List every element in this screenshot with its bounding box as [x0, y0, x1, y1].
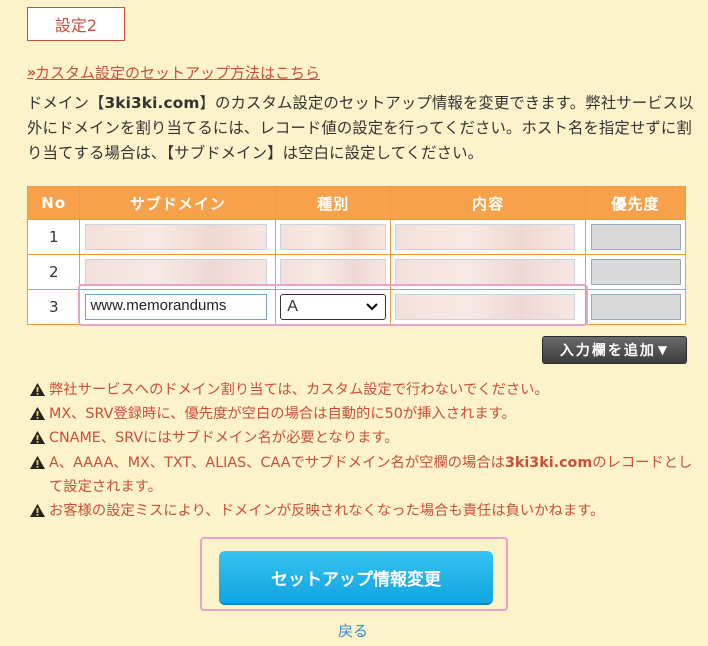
back-link[interactable]: 戻る — [338, 620, 368, 641]
chevron-down-icon — [366, 303, 379, 311]
dns-record-table: No サブドメイン 種別 内容 優先度 1 2 3 www.memorandum… — [26, 186, 686, 325]
warning-note: お客様の設定ミスにより、ドメインが反映されなくなった場合も責任は負いかねます。 — [29, 499, 699, 523]
subdomain-input[interactable] — [85, 259, 268, 285]
warning-note: 弊社サービスへのドメイン割り当ては、カスタム設定で行わないでください。 — [29, 378, 699, 402]
type-select[interactable] — [280, 259, 387, 285]
warning-notes: 弊社サービスへのドメイン割り当ては、カスタム設定で行わないでください。 MX、S… — [29, 378, 699, 523]
domain-name: 3ki3ki.com — [104, 94, 200, 112]
warning-icon — [30, 407, 45, 421]
warning-note: A、AAAA、MX、TXT、ALIAS、CAAでサブドメイン名が空欄の場合は3k… — [29, 451, 699, 499]
priority-input[interactable] — [591, 294, 682, 320]
col-header-priority: 優先度 — [585, 186, 686, 220]
priority-input[interactable] — [591, 224, 682, 250]
warning-icon — [30, 383, 45, 396]
triangle-down-icon: ▼ — [657, 343, 670, 357]
settings-tab-label: 設定2 — [27, 7, 125, 41]
subdomain-input[interactable] — [85, 224, 268, 250]
table-row: 1 — [26, 219, 686, 255]
subdomain-input[interactable]: www.memorandums — [85, 294, 268, 320]
content-input[interactable] — [395, 259, 576, 285]
domain-name: 3ki3ki.com — [504, 454, 593, 471]
type-select[interactable]: A — [280, 294, 387, 320]
table-header-row: No サブドメイン 種別 内容 優先度 — [26, 186, 686, 220]
warning-note: MX、SRV登録時に、優先度が空白の場合は自動的に50が挿入されます。 — [29, 402, 699, 426]
col-header-content: 内容 — [390, 186, 587, 220]
col-header-subdomain: サブドメイン — [79, 186, 277, 220]
content-input[interactable] — [395, 294, 576, 320]
row-number: 3 — [26, 289, 81, 325]
table-row: 2 — [26, 254, 686, 290]
warning-icon — [30, 455, 45, 469]
row-number: 2 — [26, 254, 81, 290]
priority-input[interactable] — [591, 259, 682, 285]
content-input[interactable] — [395, 224, 576, 250]
description-text: ドメイン【3ki3ki.com】のカスタム設定のセットアップ情報を変更できます。… — [27, 94, 694, 162]
double-chevron-icon: » — [27, 64, 36, 81]
setup-guide-link-text[interactable]: カスタム設定のセットアップ方法はこちら — [35, 62, 320, 83]
add-row-button[interactable]: 入力欄を追加 ▼ — [542, 336, 687, 364]
warning-note: CNAME、SRVにはサブドメイン名が必要となります。 — [29, 426, 699, 450]
warning-icon — [30, 504, 45, 518]
col-header-no: No — [26, 186, 81, 220]
table-row: 3 www.memorandums A — [26, 289, 686, 325]
warning-icon — [30, 431, 45, 445]
type-select-value: A — [287, 298, 298, 315]
update-setup-button[interactable]: セットアップ情報変更 — [219, 551, 493, 603]
row-number: 1 — [26, 219, 81, 255]
col-header-type: 種別 — [275, 186, 392, 220]
setup-guide-link[interactable]: » カスタム設定のセットアップ方法はこちら — [27, 62, 320, 83]
type-select[interactable] — [280, 224, 387, 250]
